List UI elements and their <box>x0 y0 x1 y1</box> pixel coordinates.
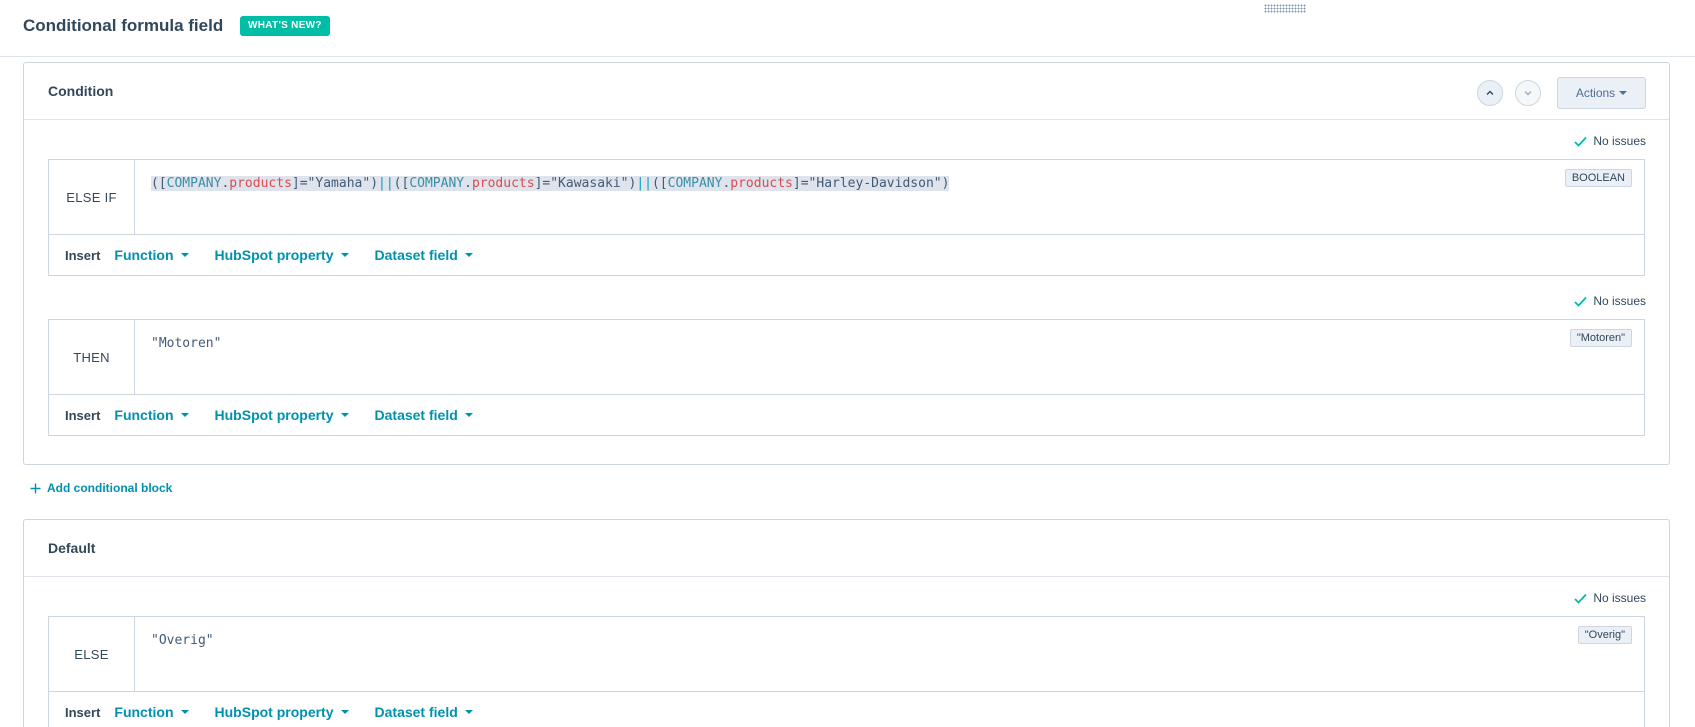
default-title: Default <box>48 540 96 556</box>
function-menu[interactable]: Function <box>114 247 189 263</box>
code-token: ] <box>792 176 801 191</box>
condition-card-header: Condition Actions <box>24 63 1669 120</box>
dataset-field-menu[interactable]: Dataset field <box>375 247 473 263</box>
actions-label: Actions <box>1575 86 1616 100</box>
code-token: || <box>378 176 394 191</box>
expand-button[interactable] <box>1515 80 1541 106</box>
function-menu[interactable]: Function <box>114 407 189 423</box>
check-icon <box>1574 136 1587 147</box>
else-if-editor: ELSE IF ([COMPANY.products]="Yamaha")||(… <box>48 159 1645 276</box>
code-token: COMPANY <box>409 176 465 191</box>
page-title: Conditional formula field <box>23 16 224 35</box>
dataset-field-menu[interactable]: Dataset field <box>375 407 473 423</box>
then-label: THEN <box>49 320 135 394</box>
code-token: ="Harley-Davidson" <box>800 176 942 191</box>
caret-down-icon <box>464 253 473 257</box>
code-token: ( <box>651 176 660 191</box>
chevron-down-icon <box>1524 91 1532 96</box>
code-token: products <box>730 176 793 191</box>
caret-down-icon <box>464 710 473 714</box>
chevron-up-icon <box>1486 90 1494 95</box>
then-code-input[interactable]: "Motoren" "Motoren" <box>135 320 1644 394</box>
then-status: No issues <box>1574 294 1646 308</box>
condition-card: Condition Actions No issues ELSE IF ([CO… <box>23 62 1670 465</box>
else-label: ELSE <box>49 617 135 691</box>
caret-down-icon <box>340 710 349 714</box>
caret-down-icon <box>180 413 189 417</box>
else-editor: ELSE "Overig" "Overig" Insert Function H… <box>48 616 1645 727</box>
then-editor: THEN "Motoren" "Motoren" Insert Function… <box>48 319 1645 436</box>
code-token: products <box>229 176 292 191</box>
code-token: ="Kawasaki" <box>542 176 629 191</box>
condition-title: Condition <box>48 83 114 99</box>
insert-toolbar: Insert Function HubSpot property Dataset… <box>49 395 1644 435</box>
insert-label: Insert <box>65 247 101 263</box>
code-token: COMPANY <box>667 176 723 191</box>
code-token: ) <box>941 176 950 191</box>
code-token: [ <box>158 176 167 191</box>
code-token: ) <box>370 176 379 191</box>
formula-code[interactable]: "Motoren" <box>151 336 221 351</box>
drag-handle-icon[interactable] <box>1264 4 1306 13</box>
formula-code[interactable]: ([COMPANY.products]="Yamaha")||([COMPANY… <box>151 176 950 191</box>
dataset-field-menu[interactable]: Dataset field <box>375 704 473 720</box>
caret-down-icon <box>180 253 189 257</box>
code-token: COMPANY <box>166 176 222 191</box>
code-token: ( <box>151 176 159 191</box>
else-if-status: No issues <box>1574 134 1646 148</box>
check-icon <box>1574 296 1587 307</box>
default-card: Default No issues ELSE "Overig" "Overig"… <box>23 519 1670 727</box>
code-token: ( <box>393 176 402 191</box>
code-token: ] <box>291 176 300 191</box>
hubspot-property-menu[interactable]: HubSpot property <box>215 247 349 263</box>
hubspot-property-menu[interactable]: HubSpot property <box>215 704 349 720</box>
code-token: ="Yamaha" <box>299 176 371 191</box>
check-icon <box>1574 593 1587 604</box>
else-status: No issues <box>1574 591 1646 605</box>
caret-down-icon <box>1619 91 1628 95</box>
type-badge: "Motoren" <box>1569 329 1632 347</box>
plus-icon <box>30 483 41 493</box>
type-badge: "Overig" <box>1577 626 1632 644</box>
code-token: products <box>471 176 535 191</box>
code-token: [ <box>659 176 668 191</box>
formula-code[interactable]: "Overig" <box>151 633 214 648</box>
else-code-input[interactable]: "Overig" "Overig" <box>135 617 1644 691</box>
insert-toolbar: Insert Function HubSpot property Dataset… <box>49 692 1644 727</box>
insert-label: Insert <box>65 407 101 423</box>
type-badge: BOOLEAN <box>1564 169 1632 187</box>
caret-down-icon <box>340 413 349 417</box>
caret-down-icon <box>464 413 473 417</box>
function-menu[interactable]: Function <box>114 704 189 720</box>
else-if-code-input[interactable]: ([COMPANY.products]="Yamaha")||([COMPANY… <box>135 160 1644 234</box>
whats-new-badge[interactable]: WHAT'S NEW? <box>240 16 330 36</box>
insert-label: Insert <box>65 704 101 720</box>
default-card-header: Default <box>24 520 1669 577</box>
code-token: || <box>636 176 652 191</box>
caret-down-icon <box>340 253 349 257</box>
code-token: . <box>464 176 472 191</box>
caret-down-icon <box>180 710 189 714</box>
hubspot-property-menu[interactable]: HubSpot property <box>215 407 349 423</box>
insert-toolbar: Insert Function HubSpot property Dataset… <box>49 235 1644 275</box>
add-conditional-block-button[interactable]: Add conditional block <box>30 481 172 495</box>
actions-dropdown[interactable]: Actions <box>1557 77 1646 109</box>
page-header: Conditional formula field WHAT'S NEW? <box>0 0 1695 57</box>
else-if-label: ELSE IF <box>49 160 135 234</box>
collapse-button[interactable] <box>1477 80 1503 106</box>
